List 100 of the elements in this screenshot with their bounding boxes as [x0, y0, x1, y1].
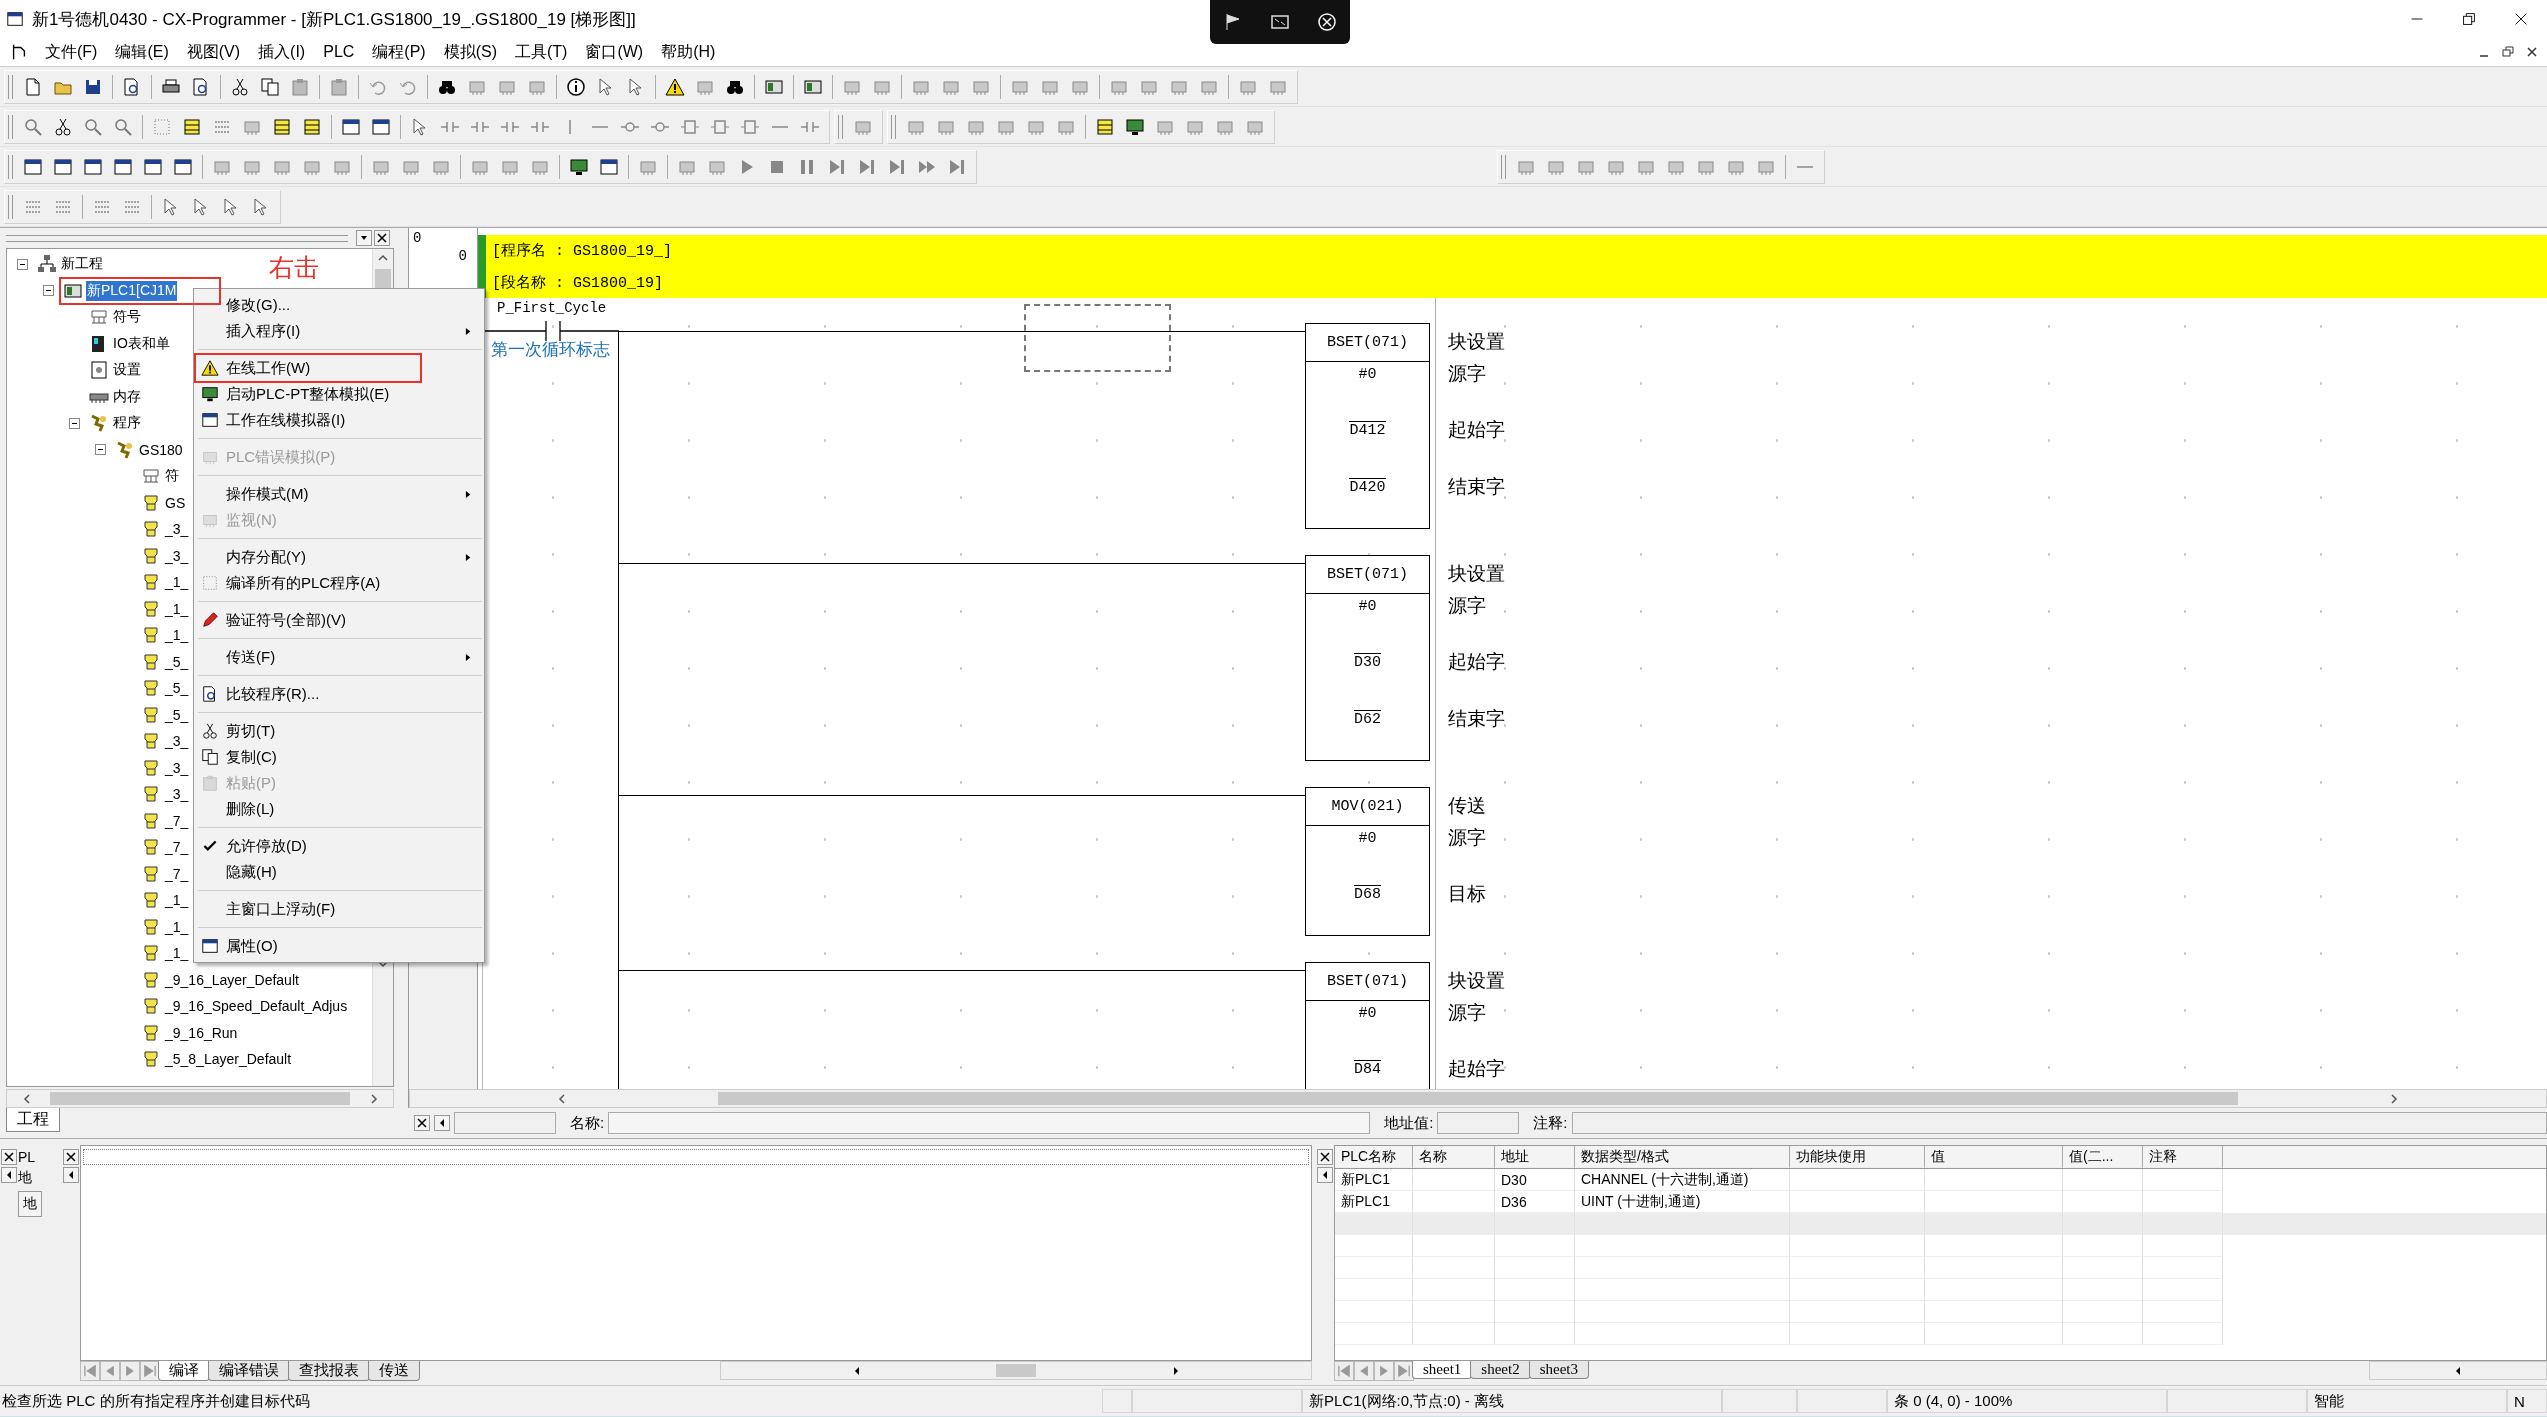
scrollbar[interactable]	[2369, 1361, 2547, 1380]
expander-icon[interactable]	[69, 417, 80, 429]
tree-item[interactable]: _9_16_Layer_Default	[164, 970, 300, 989]
window-icon[interactable]	[113, 156, 133, 177]
tree-item[interactable]: IO表和单	[112, 333, 171, 354]
menu-item[interactable]: 修改(G)...	[194, 292, 484, 318]
window-icon[interactable]	[173, 156, 193, 177]
menu-item[interactable]: 编辑(E)	[106, 41, 178, 63]
column-header[interactable]: 功能块使用	[1790, 1146, 1925, 1168]
menu-item[interactable]: 比较程序(R)...	[194, 681, 484, 707]
last-sheet-icon[interactable]	[140, 1361, 160, 1381]
previous-sheet-icon[interactable]	[100, 1361, 120, 1381]
menu-item[interactable]: 允许停放(D)	[194, 833, 484, 859]
tree-item[interactable]: 新工程	[60, 254, 104, 275]
tree-item[interactable]: _5_	[164, 652, 190, 671]
tree-item[interactable]: 符号	[112, 307, 142, 328]
table-icon[interactable]	[182, 116, 202, 137]
window-icon[interactable]	[83, 156, 103, 177]
grid-icon[interactable]	[152, 116, 172, 137]
zoom-icon[interactable]	[83, 116, 103, 137]
tree-item[interactable]: _9_16_Speed_Default_Adjus	[164, 997, 349, 1016]
expander-icon[interactable]	[95, 444, 106, 456]
tree-item[interactable]: _5_	[164, 705, 190, 724]
menu-item[interactable]: 窗口(W)	[576, 41, 653, 63]
output-tab[interactable]: 查找报表	[288, 1361, 370, 1381]
menu-item[interactable]: 模拟(S)	[434, 41, 506, 63]
scroll-left-icon[interactable]	[1, 1167, 17, 1183]
tree-item[interactable]: _1_	[164, 599, 190, 618]
scrollbar[interactable]	[409, 1089, 2547, 1108]
tree-item[interactable]: GS180	[138, 440, 184, 459]
menu-item[interactable]: 复制(C)	[194, 744, 484, 770]
close-icon[interactable]	[414, 1115, 430, 1131]
project-tab[interactable]: 工程	[6, 1108, 60, 1132]
close-icon[interactable]	[2525, 45, 2539, 59]
column-header[interactable]: 值	[1925, 1146, 2063, 1168]
scroll-left-icon[interactable]	[63, 1167, 79, 1183]
copy-icon[interactable]	[260, 76, 280, 97]
tree-item[interactable]: _1_	[164, 917, 190, 936]
menu-item[interactable]: 文件(F)	[36, 41, 107, 63]
tree-item[interactable]: _5_8_Layer_Default	[164, 1050, 293, 1069]
scrollbar[interactable]	[6, 1089, 394, 1108]
output-tab[interactable]: 编译错误	[208, 1361, 290, 1381]
tree-item[interactable]: GS	[164, 493, 187, 512]
table-icon[interactable]	[272, 116, 292, 137]
menu-item[interactable]: 内存分配(Y)	[194, 544, 484, 570]
scissors-icon[interactable]	[230, 76, 250, 97]
close-icon[interactable]	[1, 1149, 17, 1165]
sheet-tab[interactable]: sheet1	[1412, 1361, 1473, 1379]
menu-item[interactable]: 工具(T)	[506, 41, 577, 63]
tree-item[interactable]: _3_	[164, 785, 190, 804]
table-icon[interactable]	[1095, 116, 1115, 137]
menu-item[interactable]: 隐藏(H)	[194, 859, 484, 885]
menu-item[interactable]: 帮助(H)	[652, 41, 725, 63]
scroll-left-icon[interactable]	[1317, 1167, 1333, 1183]
zoom-icon[interactable]	[113, 116, 133, 137]
clipboard-icon[interactable]	[329, 76, 349, 97]
column-header[interactable]: 数据类型/格式	[1575, 1146, 1790, 1168]
scroll-thumb[interactable]	[996, 1364, 1036, 1377]
menu-item[interactable]: 编译所有的PLC程序(A)	[194, 570, 484, 596]
output-tab[interactable]: 传送	[368, 1361, 420, 1381]
contact-symbol[interactable]	[483, 319, 619, 343]
next-sheet-icon[interactable]	[1374, 1361, 1394, 1381]
tree-item[interactable]: _7_	[164, 864, 190, 883]
name-field[interactable]	[608, 1112, 1371, 1134]
menu-item[interactable]: 验证符号(全部)(V)	[194, 607, 484, 633]
panel-grip[interactable]	[6, 234, 348, 242]
window-icon[interactable]	[143, 156, 163, 177]
comment-field[interactable]	[1571, 1112, 2547, 1134]
tree-item[interactable]: _1_	[164, 944, 190, 963]
first-sheet-icon[interactable]	[80, 1361, 100, 1381]
menu-item[interactable]: PLC	[314, 43, 364, 61]
window-icon[interactable]	[599, 156, 619, 177]
scrollbar[interactable]	[720, 1361, 1312, 1380]
menu-item[interactable]: 视图(V)	[177, 41, 250, 63]
last-sheet-icon[interactable]	[1394, 1361, 1414, 1381]
scroll-thumb[interactable]	[50, 1092, 350, 1105]
column-header[interactable]: 名称	[1413, 1146, 1495, 1168]
tree-item[interactable]: _7_	[164, 838, 190, 857]
menu-item[interactable]: 插入(I)	[249, 41, 315, 63]
instruction-block[interactable]: BSET(071) #0 D412 D420	[1305, 323, 1430, 529]
column-header[interactable]: 注释	[2143, 1146, 2223, 1168]
tree-item[interactable]: _3_	[164, 520, 190, 539]
tree-item[interactable]: 程序	[112, 413, 142, 434]
window-icon[interactable]	[341, 116, 361, 137]
menu-item[interactable]: 删除(L)	[194, 796, 484, 822]
next-sheet-icon[interactable]	[120, 1361, 140, 1381]
scissors-icon[interactable]	[53, 116, 73, 137]
monitor-icon[interactable]	[569, 156, 589, 177]
window-icon[interactable]	[371, 116, 391, 137]
dropdown-icon[interactable]	[356, 230, 372, 246]
menu-item[interactable]: 剪切(T)	[194, 718, 484, 744]
expander-icon[interactable]	[43, 285, 54, 297]
scroll-thumb[interactable]	[718, 1092, 2238, 1105]
expand-icon[interactable]	[1270, 12, 1290, 32]
column-header[interactable]: 值(二...	[2063, 1146, 2143, 1168]
menu-item[interactable]: 属性(O)	[194, 933, 484, 959]
tree-item[interactable]: 内存	[112, 386, 142, 407]
tree-item[interactable]: _3_	[164, 758, 190, 777]
tree-item[interactable]: _1_	[164, 626, 190, 645]
first-sheet-icon[interactable]	[1334, 1361, 1354, 1381]
